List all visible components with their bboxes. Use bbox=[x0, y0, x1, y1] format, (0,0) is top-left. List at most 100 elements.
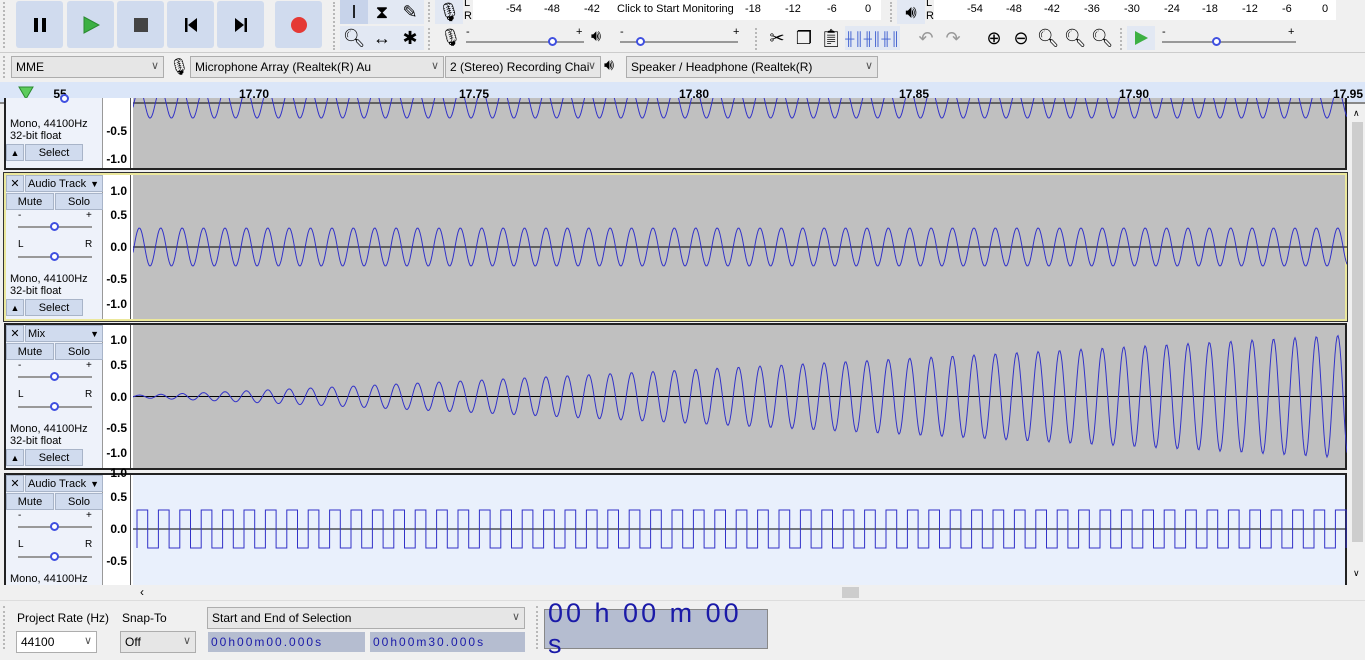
slider-thumb[interactable] bbox=[50, 402, 59, 411]
selection-tool[interactable]: I bbox=[340, 0, 368, 24]
scroll-thumb[interactable] bbox=[1352, 122, 1363, 542]
slider-thumb[interactable] bbox=[636, 37, 646, 46]
playback-device-select[interactable]: Speaker / Headphone (Realtek(R) ∨ bbox=[626, 56, 878, 78]
track-menu-button[interactable]: Mix ▼ bbox=[25, 325, 103, 342]
vertical-scrollbar[interactable]: ∧ ∨ bbox=[1350, 104, 1365, 584]
record-button[interactable] bbox=[275, 1, 322, 48]
recording-channels-select[interactable]: 2 (Stereo) Recording Chai ∨ bbox=[445, 56, 601, 78]
scroll-up-icon[interactable]: ∧ bbox=[1353, 108, 1360, 119]
vertical-scale[interactable]: 1.0 0.5 0.0 -0.5 bbox=[104, 466, 131, 585]
zoom-in-button[interactable]: ⊕ bbox=[980, 26, 1008, 50]
mute-button[interactable]: Mute bbox=[6, 493, 54, 510]
track-control-panel[interactable]: ✕ Mix ▼ Mute Solo - + L R Mono, 44100Hz 32… bbox=[6, 325, 103, 468]
playback-volume-slider[interactable] bbox=[620, 37, 738, 46]
scroll-left-icon[interactable]: ‹ bbox=[140, 585, 144, 599]
close-track-button[interactable]: ✕ bbox=[6, 475, 24, 492]
pan-slider[interactable] bbox=[18, 252, 92, 261]
time-shift-tool[interactable]: ↔ bbox=[368, 26, 396, 50]
paste-button[interactable]: 📋︎ bbox=[817, 26, 845, 50]
gain-slider[interactable] bbox=[18, 522, 92, 531]
fit-project-button[interactable]: 🔍︎ bbox=[1061, 26, 1089, 50]
track-control-panel[interactable]: ✕ Audio Track ▼ Mute Solo - + L R Mono, 4… bbox=[6, 175, 103, 319]
audio-track[interactable]: ✕ Audio Track ▼ Mute Solo - + L R Mono, 4… bbox=[4, 466, 1347, 585]
project-rate-select[interactable]: 44100 ∨ bbox=[16, 631, 97, 653]
collapse-track-button[interactable]: ▲ bbox=[6, 144, 24, 161]
playback-speed-slider[interactable] bbox=[1162, 37, 1296, 46]
audio-track[interactable]: ✕ Mix ▼ Mute Solo - + L R Mono, 44100Hz 32… bbox=[4, 323, 1347, 470]
play-at-speed-button[interactable] bbox=[1127, 26, 1155, 50]
solo-button[interactable]: Solo bbox=[55, 343, 103, 360]
collapse-track-button[interactable]: ▲ bbox=[6, 299, 24, 316]
track-control-panel[interactable]: Mono, 44100Hz 32-bit float ▲ Select bbox=[6, 94, 103, 168]
selection-mode-select[interactable]: Start and End of Selection ∨ bbox=[207, 607, 525, 629]
multi-tool[interactable]: ✱ bbox=[396, 26, 424, 50]
audio-track[interactable]: Mono, 44100Hz 32-bit float ▲ Select -0.5 -1.… bbox=[4, 94, 1347, 170]
pause-button[interactable] bbox=[16, 1, 63, 48]
audio-position-time[interactable]: 00 h 00 m 00 s bbox=[544, 598, 768, 659]
trim-button[interactable]: ╫║╫ bbox=[845, 26, 873, 50]
copy-button[interactable]: ❐ bbox=[790, 26, 818, 50]
slider-thumb[interactable] bbox=[1212, 37, 1221, 46]
select-track-button[interactable]: Select bbox=[25, 144, 83, 161]
solo-button[interactable]: Solo bbox=[55, 493, 103, 510]
slider-thumb[interactable] bbox=[50, 552, 59, 561]
waveform-clip[interactable] bbox=[133, 98, 1347, 168]
audio-track[interactable]: ✕ Audio Track ▼ Mute Solo - + L R Mono, 4… bbox=[3, 172, 1348, 322]
track-control-panel[interactable]: ✕ Audio Track ▼ Mute Solo - + L R Mono, 4… bbox=[6, 475, 103, 585]
audio-host-select[interactable]: MME ∨ bbox=[11, 56, 164, 78]
scroll-down-icon[interactable]: ∨ bbox=[1353, 568, 1360, 579]
fit-selection-button[interactable]: 🔍︎ bbox=[1034, 26, 1062, 50]
close-track-button[interactable]: ✕ bbox=[6, 175, 24, 192]
scroll-thumb[interactable] bbox=[842, 587, 859, 598]
track-menu-button[interactable]: Audio Track ▼ bbox=[25, 475, 103, 492]
play-button[interactable] bbox=[67, 1, 114, 48]
cut-button[interactable]: ✂ bbox=[763, 26, 791, 50]
selection-start-time[interactable]: 00h00m00.000s bbox=[208, 632, 365, 652]
mute-button[interactable]: Mute bbox=[6, 343, 54, 360]
vertical-scale[interactable]: 1.0 0.5 0.0 -0.5 -1.0 bbox=[104, 175, 131, 319]
gain-minus: - bbox=[18, 210, 22, 221]
collapse-track-button[interactable]: ▲ bbox=[6, 449, 24, 466]
gain-slider[interactable] bbox=[18, 372, 92, 381]
solo-button[interactable]: Solo bbox=[55, 193, 103, 210]
slider-thumb[interactable] bbox=[50, 222, 59, 231]
waveform-clip[interactable] bbox=[133, 475, 1347, 585]
redo-button[interactable]: ↷ bbox=[939, 26, 967, 50]
zoom-toggle-button[interactable]: 🔍︎ bbox=[1088, 26, 1116, 50]
slider-thumb[interactable] bbox=[60, 94, 69, 103]
snap-to-select[interactable]: Off ∨ bbox=[120, 631, 196, 653]
draw-tool[interactable]: ✎ bbox=[396, 0, 424, 24]
silence-button[interactable]: ║╫║ bbox=[872, 26, 900, 50]
waveform-clip[interactable] bbox=[133, 175, 1347, 319]
vertical-scale[interactable]: 1.0 0.5 0.0 -0.5 -1.0 bbox=[104, 325, 131, 468]
slider-thumb[interactable] bbox=[50, 522, 59, 531]
envelope-tool[interactable]: ⧗ bbox=[368, 0, 396, 24]
skip-start-button[interactable] bbox=[167, 1, 214, 48]
close-track-button[interactable]: ✕ bbox=[6, 325, 24, 342]
skip-end-button[interactable] bbox=[217, 1, 264, 48]
track-menu-button[interactable]: Audio Track ▼ bbox=[25, 175, 103, 192]
mute-button[interactable]: Mute bbox=[6, 193, 54, 210]
select-track-button[interactable]: Select bbox=[25, 299, 83, 316]
recording-device-select[interactable]: Microphone Array (Realtek(R) Au ∨ bbox=[190, 56, 444, 78]
start-monitoring-label[interactable]: Click to Start Monitoring bbox=[617, 3, 734, 15]
waveform-clip[interactable] bbox=[133, 325, 1347, 468]
stop-button[interactable] bbox=[117, 1, 164, 48]
zoom-out-button[interactable]: ⊖ bbox=[1007, 26, 1035, 50]
gain-slider[interactable] bbox=[18, 222, 92, 231]
record-meter-button[interactable]: 🎙︎ bbox=[435, 0, 463, 24]
recording-volume-slider[interactable] bbox=[466, 37, 584, 46]
undo-button[interactable]: ↶ bbox=[912, 26, 940, 50]
slider-thumb[interactable] bbox=[50, 252, 59, 261]
slider-thumb[interactable] bbox=[50, 372, 59, 381]
selection-end-time[interactable]: 00h00m30.000s bbox=[370, 632, 525, 652]
play-meter[interactable]: -54 -48 -42 -36 -30 -24 -18 -12 -6 0 bbox=[934, 0, 1336, 20]
zoom-tool[interactable]: 🔍︎ bbox=[340, 26, 368, 50]
select-track-button[interactable]: Select bbox=[25, 449, 83, 466]
vertical-scale[interactable]: -0.5 -1.0 bbox=[104, 98, 131, 168]
slider-thumb[interactable] bbox=[547, 37, 557, 46]
pan-slider[interactable] bbox=[18, 552, 92, 561]
record-meter[interactable]: -54 -48 -42 Click to Start Monitoring -1… bbox=[473, 0, 881, 20]
play-meter-button[interactable]: 🔊︎ bbox=[897, 0, 925, 24]
pan-slider[interactable] bbox=[18, 402, 92, 411]
